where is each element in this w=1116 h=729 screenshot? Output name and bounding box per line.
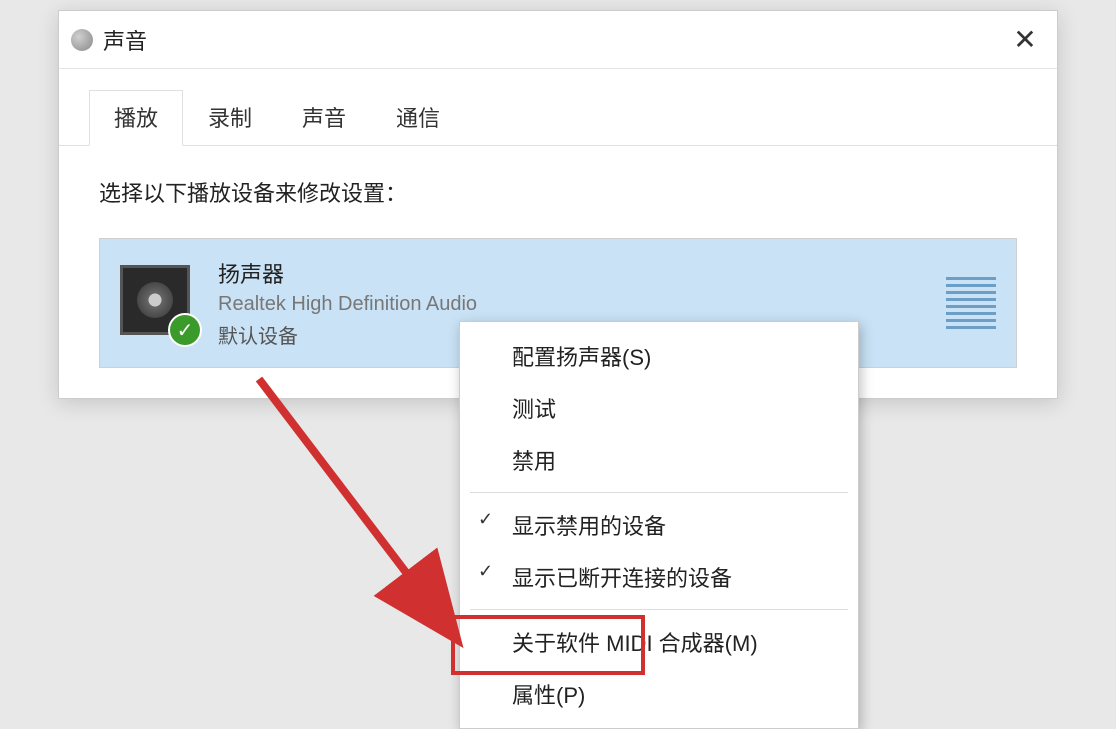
sound-dialog-window: 声音 ✕ 播放 录制 声音 通信 选择以下播放设备来修改设置： ✓ 扬声器 Re… — [58, 10, 1058, 399]
menu-item-label: 显示禁用的设备 — [512, 514, 666, 539]
menu-item-label: 配置扬声器(S) — [512, 345, 651, 370]
menu-item-4[interactable]: ✓ 显示禁用的设备 — [460, 499, 858, 551]
menu-item-0[interactable]: 配置扬声器(S) — [460, 330, 858, 382]
tab-playback[interactable]: 播放 — [89, 90, 183, 146]
tab-bar: 播放 录制 声音 通信 — [59, 69, 1057, 146]
speaker-icon: ✓ — [120, 265, 196, 341]
menu-separator — [470, 609, 848, 610]
menu-item-5[interactable]: ✓ 显示已断开连接的设备 — [460, 551, 858, 603]
close-icon[interactable]: ✕ — [1005, 23, 1045, 56]
sound-icon — [71, 29, 93, 51]
menu-separator — [470, 492, 848, 493]
menu-item-label: 属性(P) — [512, 683, 585, 708]
check-icon: ✓ — [478, 561, 493, 582]
menu-item-2[interactable]: 禁用 — [460, 434, 858, 486]
device-driver: Realtek High Definition Audio — [218, 293, 926, 316]
context-menu: 配置扬声器(S) 测试禁用 ✓ 显示禁用的设备 ✓ 显示已断开连接的设备关于软件 MIDI… — [459, 321, 859, 729]
tab-recording[interactable]: 录制 — [183, 90, 277, 146]
menu-item-8[interactable]: 属性(P) — [460, 668, 858, 720]
instruction-text: 选择以下播放设备来修改设置： — [99, 176, 1017, 208]
check-icon: ✓ — [478, 509, 493, 530]
menu-item-label: 禁用 — [512, 449, 556, 474]
menu-item-label: 测试 — [512, 397, 556, 422]
titlebar: 声音 ✕ — [59, 11, 1057, 69]
tab-sounds[interactable]: 声音 — [277, 90, 371, 146]
menu-item-label: 显示已断开连接的设备 — [512, 566, 732, 591]
menu-item-1[interactable]: 测试 — [460, 382, 858, 434]
menu-item-label: 关于软件 MIDI 合成器(M) — [512, 631, 758, 656]
window-title: 声音 — [103, 24, 1005, 56]
default-check-icon: ✓ — [168, 313, 202, 347]
menu-item-7[interactable]: 关于软件 MIDI 合成器(M) — [460, 616, 858, 668]
device-name: 扬声器 — [218, 257, 926, 289]
volume-meter-icon — [946, 277, 996, 329]
tab-communications[interactable]: 通信 — [371, 90, 465, 146]
